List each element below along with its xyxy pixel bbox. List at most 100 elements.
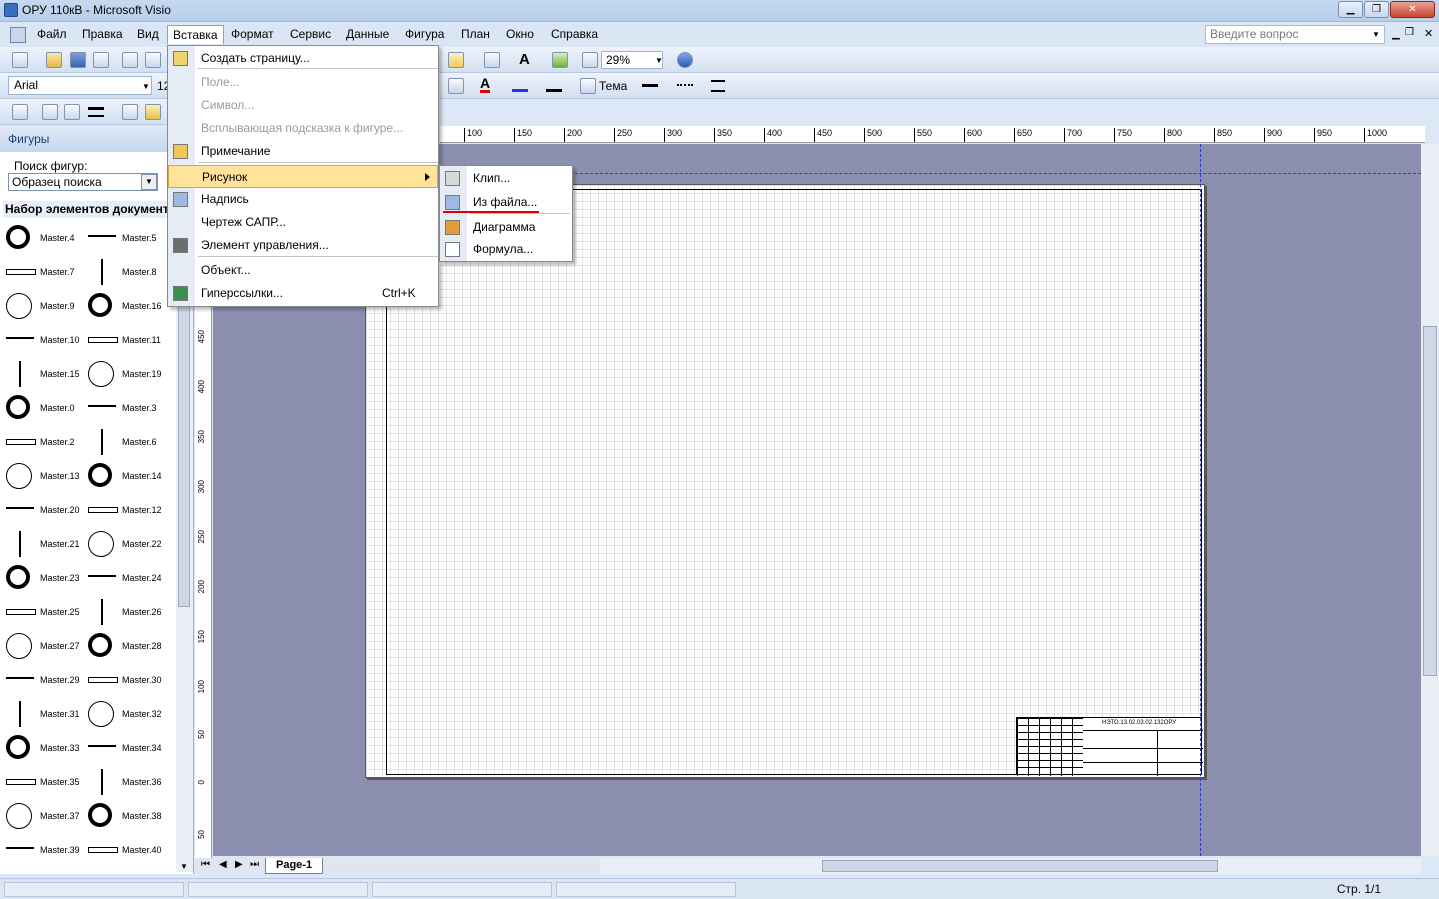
save-icon[interactable] (70, 52, 86, 68)
stencil-master[interactable]: Master.36 (82, 766, 170, 800)
font-color-icon[interactable]: A (480, 76, 491, 93)
shadow-icon[interactable] (122, 104, 138, 120)
stencil-master[interactable]: Master.40 (82, 834, 170, 868)
text-tool-icon[interactable]: A (519, 51, 530, 68)
submenu-equation-item[interactable]: Формула... (440, 238, 572, 261)
stencil-master[interactable]: Master.11 (82, 324, 170, 358)
tab-page-1[interactable]: Page-1 (265, 858, 324, 874)
line-ends-icon[interactable] (711, 80, 725, 92)
contrast-icon[interactable] (64, 104, 80, 120)
stencil-master[interactable]: Master.21 (0, 528, 88, 562)
fill-color-icon[interactable] (546, 78, 562, 92)
stencil-master[interactable]: Master.35 (0, 766, 88, 800)
stencil-master[interactable]: Master.31 (0, 698, 88, 732)
v-scroll-thumb[interactable] (1423, 326, 1437, 676)
minimize-button[interactable]: ▁ (1338, 1, 1363, 18)
stencil-master[interactable]: Master.34 (82, 732, 170, 766)
document-icon[interactable] (10, 27, 26, 43)
stencil-master[interactable]: Master.20 (0, 494, 88, 528)
maximize-button[interactable]: ❐ (1364, 1, 1389, 18)
font-dropdown-icon[interactable]: ▼ (142, 82, 150, 91)
help-icon[interactable] (677, 52, 693, 68)
menu-insert[interactable]: Вставка (167, 25, 224, 44)
menu-cad-drawing-item[interactable]: Чертеж САПР... (168, 211, 438, 234)
drawing-page[interactable]: НЭТО.13.02.03.02.132ОРУ (365, 184, 1205, 778)
h-scroll-thumb[interactable] (822, 860, 1218, 872)
stencil-master[interactable]: Master.26 (82, 596, 170, 630)
stencil-master[interactable]: Master.9 (0, 290, 88, 324)
stencil-master[interactable]: Master.6 (82, 426, 170, 460)
stencil-master[interactable]: Master.39 (0, 834, 88, 868)
menu-data[interactable]: Данные (341, 25, 394, 44)
shape-search-input[interactable]: Образец поиска (8, 173, 158, 191)
doc-minimize-icon[interactable]: ▁ (1392, 29, 1400, 40)
title-block[interactable]: НЭТО.13.02.03.02.132ОРУ (1016, 717, 1203, 776)
pointer-tool-icon[interactable] (448, 52, 464, 68)
stencil-master[interactable]: Master.0 (0, 392, 88, 426)
submenu-chart-item[interactable]: Диаграмма (440, 216, 572, 239)
stencil-master[interactable]: Master.27 (0, 630, 88, 664)
stencil-master[interactable]: Master.13 (0, 460, 88, 494)
menu-plan[interactable]: План (456, 25, 495, 44)
stencil-master[interactable]: Master.24 (82, 562, 170, 596)
stencil-master[interactable]: Master.5 (82, 222, 170, 256)
menu-object-item[interactable]: Объект... (168, 259, 438, 282)
guide-horizontal[interactable] (565, 173, 1421, 174)
stencil-master[interactable]: Master.38 (82, 800, 170, 834)
scroll-down-icon[interactable]: ▼ (180, 862, 188, 871)
menu-comment-item[interactable]: Примечание (168, 140, 438, 163)
stencil-master[interactable]: Master.28 (82, 630, 170, 664)
theme-icon[interactable] (580, 78, 596, 94)
new-icon[interactable] (12, 52, 28, 68)
menu-textbox-item[interactable]: Надпись (168, 188, 438, 211)
help-search-input[interactable]: Введите вопрос (1205, 25, 1385, 44)
stencil-master[interactable]: Master.8 (82, 256, 170, 290)
theme-button[interactable]: Тема (599, 79, 627, 93)
open-icon[interactable] (46, 52, 62, 68)
zoom-select[interactable]: 29% (601, 51, 663, 69)
pan-zoom-icon[interactable] (582, 52, 598, 68)
stencil-master[interactable]: Master.33 (0, 732, 88, 766)
stencil-master[interactable]: Master.37 (0, 800, 88, 834)
stencil-master[interactable]: Master.16 (82, 290, 170, 324)
crop-icon[interactable] (42, 104, 58, 120)
help-dropdown-icon[interactable]: ▼ (1372, 30, 1380, 39)
print-icon[interactable] (122, 52, 138, 68)
search-dropdown-icon[interactable]: ▼ (141, 174, 157, 190)
guide-vertical[interactable] (1200, 144, 1201, 856)
doc-close-icon[interactable]: ✕ (1424, 27, 1433, 40)
align-icon[interactable] (448, 78, 464, 94)
menu-hyperlinks-item[interactable]: Гиперссылки... Ctrl+K (168, 282, 438, 305)
stencil-master[interactable]: Master.10 (0, 324, 88, 358)
prev-page-icon[interactable]: ◀ (219, 859, 227, 870)
stencil-master[interactable]: Master.23 (0, 562, 88, 596)
next-page-icon[interactable]: ▶ (235, 859, 243, 870)
connector-tool-icon[interactable] (484, 52, 500, 68)
menu-help[interactable]: Справка (546, 25, 603, 44)
line-pattern-icon[interactable] (677, 84, 693, 87)
picture-icon[interactable] (12, 104, 28, 120)
menu-control-item[interactable]: Элемент управления... (168, 234, 438, 257)
submenu-clip-art-item[interactable]: Клип... (440, 167, 572, 190)
horizontal-scrollbar[interactable] (600, 858, 1421, 874)
vertical-scrollbar[interactable] (1421, 144, 1439, 856)
stencil-title[interactable]: Набор элементов документ (3, 201, 175, 218)
menu-format[interactable]: Формат (226, 25, 279, 44)
menu-picture-item[interactable]: Рисунок (168, 165, 438, 188)
permission-icon[interactable] (93, 52, 109, 68)
menu-file[interactable]: Файл (32, 25, 72, 44)
line-color-icon[interactable] (512, 78, 528, 92)
stencil-master[interactable]: Master.29 (0, 664, 88, 698)
stencil-master[interactable]: Master.19 (82, 358, 170, 392)
menu-view[interactable]: Вид (132, 25, 164, 44)
shape-data-icon[interactable] (145, 104, 161, 120)
stencil-master[interactable]: Master.3 (82, 392, 170, 426)
stencil-master[interactable]: Master.2 (0, 426, 88, 460)
close-button[interactable]: ✕ (1390, 1, 1435, 18)
visio-app-icon[interactable] (4, 3, 18, 17)
stencil-master[interactable]: Master.14 (82, 460, 170, 494)
doc-restore-icon[interactable]: ❐ (1405, 27, 1414, 38)
print-preview-icon[interactable] (145, 52, 161, 68)
stencil-master[interactable]: Master.7 (0, 256, 88, 290)
menu-shape[interactable]: Фигура (400, 25, 449, 44)
